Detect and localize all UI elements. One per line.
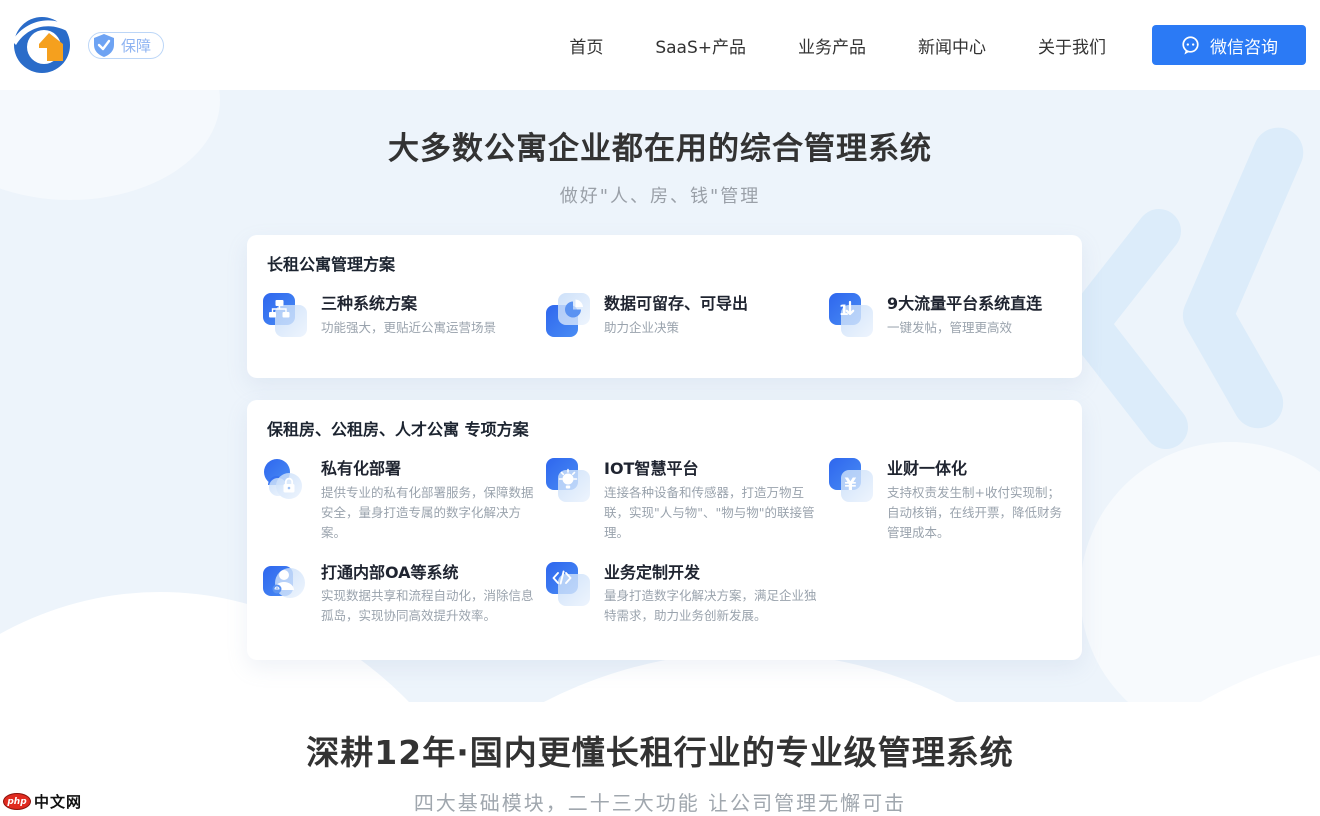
php-logo-icon: php [3,793,31,810]
watermark-text: 中文网 [34,791,82,812]
feature-title: 业务定制开发 [604,561,828,584]
yen-icon: ¥ [828,457,874,503]
wechat-consult-button[interactable]: 微信咨询 [1152,25,1306,65]
feature-custom-dev: 业务定制开发 量身打造数字化解决方案，满足企业独特需求，助力业务创新发展。 [545,561,828,627]
main-nav: 首页 SaaS+产品 业务产品 新闻中心 关于我们 [569,33,1106,58]
feature-iot-platform: IOT智慧平台 连接各种设备和传感器，打造万物互联，实现"人与物"、"物与物"的… [545,457,828,543]
feature-three-systems: 三种系统方案 功能强大，更贴近公寓运营场景 [262,292,545,338]
org-chart-icon [262,292,308,338]
nav-item-business-products[interactable]: 业务产品 [798,33,866,58]
feature-desc: 功能强大，更贴近公寓运营场景 [321,318,496,338]
hero-section: 大多数公寓企业都在用的综合管理系统 做好"人、房、钱"管理 长租公寓管理方案 三… [0,90,1320,702]
feature-text: 私有化部署 提供专业的私有化部署服务，保障数据安全，量身打造专属的数字化解决方案… [321,457,545,543]
feature-text: 9大流量平台系统直连 一键发帖，管理更高效 [887,292,1042,338]
feature-oa-integration: 打通内部OA等系统 实现数据共享和流程自动化，消除信息孤岛，实现协同高效提升效率… [262,561,545,627]
feature-text: 数据可留存、可导出 助力企业决策 [604,292,748,338]
shield-check-icon [91,32,117,58]
guarantee-badge-label: 保障 [121,35,151,56]
feature-finance-integration: ¥ 业财一体化 支持权责发生制+收付实现制；自动核销，在线开票，降低财务管理成本… [828,457,1072,543]
experience-subtitle: 四大基础模块，二十三大功能 让公司管理无懈可击 [0,787,1320,816]
code-icon [545,561,591,607]
wechat-consult-button-label: 微信咨询 [1210,33,1278,58]
card-changzu-solution: 长租公寓管理方案 三种系统方案 功能强大，更贴近公寓运营场景 [247,235,1082,378]
nav-item-news-center[interactable]: 新闻中心 [918,33,986,58]
chat-bubble-icon [1180,35,1201,56]
user-link-icon [262,561,308,607]
nav-item-home[interactable]: 首页 [569,33,603,58]
feature-grid: 私有化部署 提供专业的私有化部署服务，保障数据安全，量身打造专属的数字化解决方案… [262,457,1072,626]
feature-desc: 助力企业决策 [604,318,748,338]
feature-desc: 连接各种设备和传感器，打造万物互联，实现"人与物"、"物与物"的联接管理。 [604,483,828,543]
card-special-solution: 保租房、公租房、人才公寓 专项方案 私有化部署 提供专业的私有化部署服务，保障数… [247,400,1082,660]
traffic-rank-icon: 1 [828,292,874,338]
feature-text: 三种系统方案 功能强大，更贴近公寓运营场景 [321,292,496,338]
feature-title: 业财一体化 [887,457,1072,480]
top-header: 保障 首页 SaaS+产品 业务产品 新闻中心 关于我们 微信咨询 [0,0,1320,90]
feature-traffic-platforms: 1 9大流量平台系统直连 一键发帖，管理更高效 [828,292,1072,338]
feature-title: 三种系统方案 [321,292,496,315]
pie-chart-icon [545,292,591,338]
feature-text: 打通内部OA等系统 实现数据共享和流程自动化，消除信息孤岛，实现协同高效提升效率… [321,561,545,627]
feature-private-deploy: 私有化部署 提供专业的私有化部署服务，保障数据安全，量身打造专属的数字化解决方案… [262,457,545,543]
iot-bulb-icon [545,457,591,503]
feature-text: 业务定制开发 量身打造数字化解决方案，满足企业独特需求，助力业务创新发展。 [604,561,828,627]
cloud-lock-icon [262,457,308,503]
site-watermark: php 中文网 [3,791,82,812]
feature-desc: 量身打造数字化解决方案，满足企业独特需求，助力业务创新发展。 [604,586,828,626]
feature-desc: 实现数据共享和流程自动化，消除信息孤岛，实现协同高效提升效率。 [321,586,545,626]
experience-title: 深耕12年·国内更懂长租行业的专业级管理系统 [0,726,1320,774]
feature-title: 私有化部署 [321,457,545,480]
feature-grid: 三种系统方案 功能强大，更贴近公寓运营场景 数据可留存、可导出 助力企业决策 [262,292,1072,338]
feature-title: 打通内部OA等系统 [321,561,545,584]
feature-data-export: 数据可留存、可导出 助力企业决策 [545,292,828,338]
nav-item-saas-products[interactable]: SaaS+产品 [655,33,746,58]
guarantee-badge: 保障 [88,32,164,59]
feature-title: 9大流量平台系统直连 [887,292,1042,315]
nav-item-about-us[interactable]: 关于我们 [1038,33,1106,58]
feature-title: IOT智慧平台 [604,457,828,480]
feature-desc: 提供专业的私有化部署服务，保障数据安全，量身打造专属的数字化解决方案。 [321,483,545,543]
feature-text: IOT智慧平台 连接各种设备和传感器，打造万物互联，实现"人与物"、"物与物"的… [604,457,828,543]
feature-title: 数据可留存、可导出 [604,292,748,315]
card-title: 保租房、公租房、人才公寓 专项方案 [267,416,529,440]
card-title: 长租公寓管理方案 [267,251,395,275]
experience-section: 深耕12年·国内更懂长租行业的专业级管理系统 四大基础模块，二十三大功能 让公司… [0,700,1320,816]
hero-subtitle: 做好"人、房、钱"管理 [0,182,1320,208]
hero-title: 大多数公寓企业都在用的综合管理系统 [0,123,1320,168]
feature-text: 业财一体化 支持权责发生制+收付实现制；自动核销，在线开票，降低财务管理成本。 [887,457,1072,543]
company-logo-icon[interactable] [10,13,74,77]
feature-desc: 一键发帖，管理更高效 [887,318,1042,338]
svg-text:¥: ¥ [845,475,857,495]
feature-desc: 支持权责发生制+收付实现制；自动核销，在线开票，降低财务管理成本。 [887,483,1072,543]
